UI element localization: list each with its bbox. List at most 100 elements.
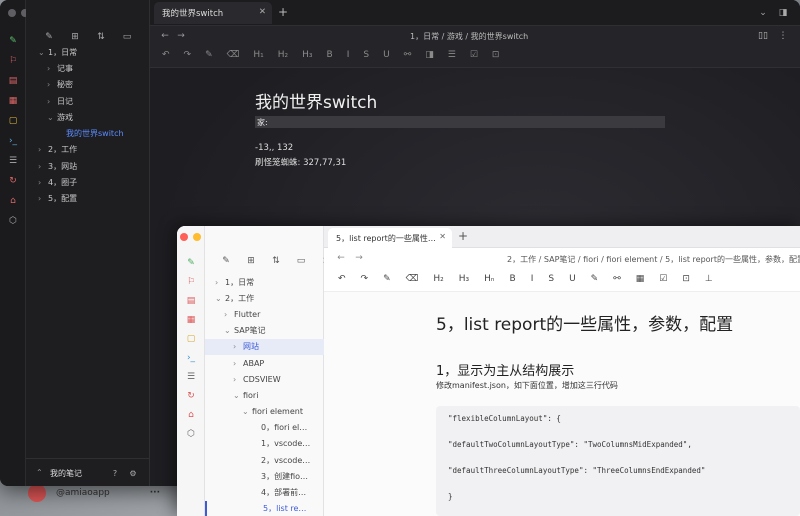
toolbar-button[interactable]: ✎ xyxy=(205,50,213,63)
minimize-light[interactable] xyxy=(193,233,201,241)
toolbar-button[interactable]: ⚯ xyxy=(404,50,412,63)
toolbar-button[interactable]: ☰ xyxy=(448,50,456,63)
list-icon[interactable]: ☰ xyxy=(184,370,198,384)
tree-item[interactable]: ⌄ 2，工作 xyxy=(205,290,324,306)
chevron-icon[interactable]: ⌄ xyxy=(47,113,57,122)
back-icon[interactable]: ← xyxy=(334,251,348,265)
tree-item[interactable]: 0，fiori el… xyxy=(205,420,324,436)
toolbar-button[interactable]: ✎ xyxy=(383,274,391,285)
toolbar-button[interactable]: ↶ xyxy=(162,50,170,63)
chevron-icon[interactable]: › xyxy=(38,162,48,171)
highlight-line[interactable]: 家: xyxy=(255,116,665,128)
tree-item[interactable]: ⌄ 1，日常 xyxy=(26,44,150,60)
toolbar-button[interactable]: ☑ xyxy=(470,50,478,63)
list-icon[interactable]: ☰ xyxy=(6,154,20,168)
home-icon[interactable]: ⌂ xyxy=(184,408,198,422)
task-icon[interactable]: ▢ xyxy=(184,332,198,346)
toolbar-button[interactable]: H₃ xyxy=(302,50,312,63)
toolbar-button[interactable]: ⊡ xyxy=(492,50,500,63)
home-icon[interactable]: ⌂ xyxy=(6,194,20,208)
chevron-icon[interactable]: ⌄ xyxy=(215,294,225,303)
notebook-name[interactable]: 我的笔记 xyxy=(50,468,82,479)
new-folder-icon[interactable]: ⊞ xyxy=(244,254,258,268)
tree-item[interactable]: › 秘密 xyxy=(26,77,150,93)
cube-icon[interactable]: ⬡ xyxy=(6,214,20,228)
book-icon[interactable]: ▤ xyxy=(6,74,20,88)
toolbar-button[interactable]: H₂ xyxy=(278,50,288,63)
tree-item[interactable]: 我的世界switch xyxy=(26,125,150,141)
chevron-icon[interactable]: › xyxy=(224,310,234,319)
more-icon[interactable]: ⋮ xyxy=(776,29,790,43)
toolbar-button[interactable]: I xyxy=(347,50,350,63)
settings-icon[interactable]: ⚙ xyxy=(126,466,140,480)
flag-icon[interactable]: ⚐ xyxy=(184,275,198,289)
toolbar-button[interactable]: S xyxy=(548,274,554,285)
toolbar-button[interactable]: B xyxy=(510,274,516,285)
tree-item[interactable]: ⌄ fiori xyxy=(205,387,324,403)
tree-item[interactable]: › 记事 xyxy=(26,60,150,76)
terminal-icon[interactable]: ›_ xyxy=(184,351,198,365)
history-icon[interactable]: ↻ xyxy=(184,389,198,403)
new-note-icon[interactable]: ✎ xyxy=(42,30,56,44)
toolbar-button[interactable]: B xyxy=(327,50,333,63)
toolbar-button[interactable]: H₁ xyxy=(253,50,263,63)
chevron-icon[interactable]: › xyxy=(38,194,48,203)
chevron-icon[interactable]: › xyxy=(47,80,57,89)
cube-icon[interactable]: ⬡ xyxy=(184,427,198,441)
breadcrumb[interactable]: 2，工作 / SAP笔记 / fiori / fiori element / 5… xyxy=(507,254,800,265)
toolbar-button[interactable]: ↷ xyxy=(184,50,192,63)
chevron-icon[interactable]: › xyxy=(47,97,57,106)
task-icon[interactable]: ▢ xyxy=(6,114,20,128)
tree-item[interactable]: 4，部署前… xyxy=(205,484,324,500)
sort-icon[interactable]: ⇅ xyxy=(94,30,108,44)
chevron-icon[interactable]: › xyxy=(38,178,48,187)
more-icon[interactable]: ··· xyxy=(150,488,160,498)
split-icon[interactable]: ◨ xyxy=(776,6,790,20)
tree-item[interactable]: › 2，工作 xyxy=(26,142,150,158)
close-light[interactable] xyxy=(180,233,188,241)
toolbar-button[interactable]: ⌫ xyxy=(227,50,240,63)
toolbar-button[interactable]: ⊥ xyxy=(705,274,713,285)
toolbar-button[interactable]: ⚯ xyxy=(613,274,621,285)
toolbar-button[interactable]: ↷ xyxy=(361,274,369,285)
chevron-down-icon[interactable]: ⌄ xyxy=(756,6,770,20)
tab-close-icon[interactable]: ✕ xyxy=(439,232,446,241)
calendar-icon[interactable]: ▦ xyxy=(6,94,20,108)
note-icon[interactable]: ✎ xyxy=(184,256,198,270)
chevron-icon[interactable]: › xyxy=(215,278,225,287)
chevron-icon[interactable]: ⌄ xyxy=(224,326,234,335)
toolbar-button[interactable]: ◨ xyxy=(425,50,434,63)
tab-close-icon[interactable]: ✕ xyxy=(259,7,266,17)
chevron-icon[interactable]: › xyxy=(47,64,57,73)
toolbar-button[interactable]: H₂ xyxy=(433,274,443,285)
help-icon[interactable]: ? xyxy=(108,466,122,480)
sort-icon[interactable]: ⇅ xyxy=(269,254,283,268)
chevron-icon[interactable]: › xyxy=(38,145,48,154)
tree-item[interactable]: ⌄ SAP笔记 xyxy=(205,323,324,339)
tree-item[interactable]: 5，list re… xyxy=(205,500,324,516)
tree-item[interactable]: 2，vscode… xyxy=(205,452,324,468)
breadcrumb[interactable]: 1，日常 / 游戏 / 我的世界switch xyxy=(410,31,528,42)
tree-item[interactable]: 1，vscode… xyxy=(205,436,324,452)
toolbar-button[interactable]: Hₙ xyxy=(484,274,494,285)
toolbar-button[interactable]: ✎ xyxy=(591,274,599,285)
tree-item[interactable]: ⌄ 游戏 xyxy=(26,109,150,125)
toolbar-button[interactable]: U xyxy=(383,50,390,63)
tree-item[interactable]: ⌄ fiori element xyxy=(205,404,324,420)
back-icon[interactable]: ← xyxy=(158,29,172,43)
calendar-icon[interactable]: ▦ xyxy=(184,313,198,327)
toolbar-button[interactable]: ⊡ xyxy=(682,274,690,285)
history-icon[interactable]: ↻ xyxy=(6,174,20,188)
tree-item[interactable]: › 5，配置 xyxy=(26,191,150,207)
tree-item[interactable]: › 日记 xyxy=(26,93,150,109)
tree-item[interactable]: › Flutter xyxy=(205,306,324,322)
toolbar-button[interactable]: ▦ xyxy=(636,274,645,285)
tree-item[interactable]: › ABAP xyxy=(205,355,324,371)
book-icon[interactable]: ▤ xyxy=(184,294,198,308)
toolbar-button[interactable]: ↶ xyxy=(338,274,346,285)
tree-item[interactable]: 3，创建fio… xyxy=(205,468,324,484)
tree-item[interactable]: › CDSVIEW xyxy=(205,371,324,387)
reading-mode-icon[interactable]: ▯▯ xyxy=(756,29,770,43)
toolbar-button[interactable]: I xyxy=(531,274,534,285)
toolbar-button[interactable]: S xyxy=(363,50,369,63)
